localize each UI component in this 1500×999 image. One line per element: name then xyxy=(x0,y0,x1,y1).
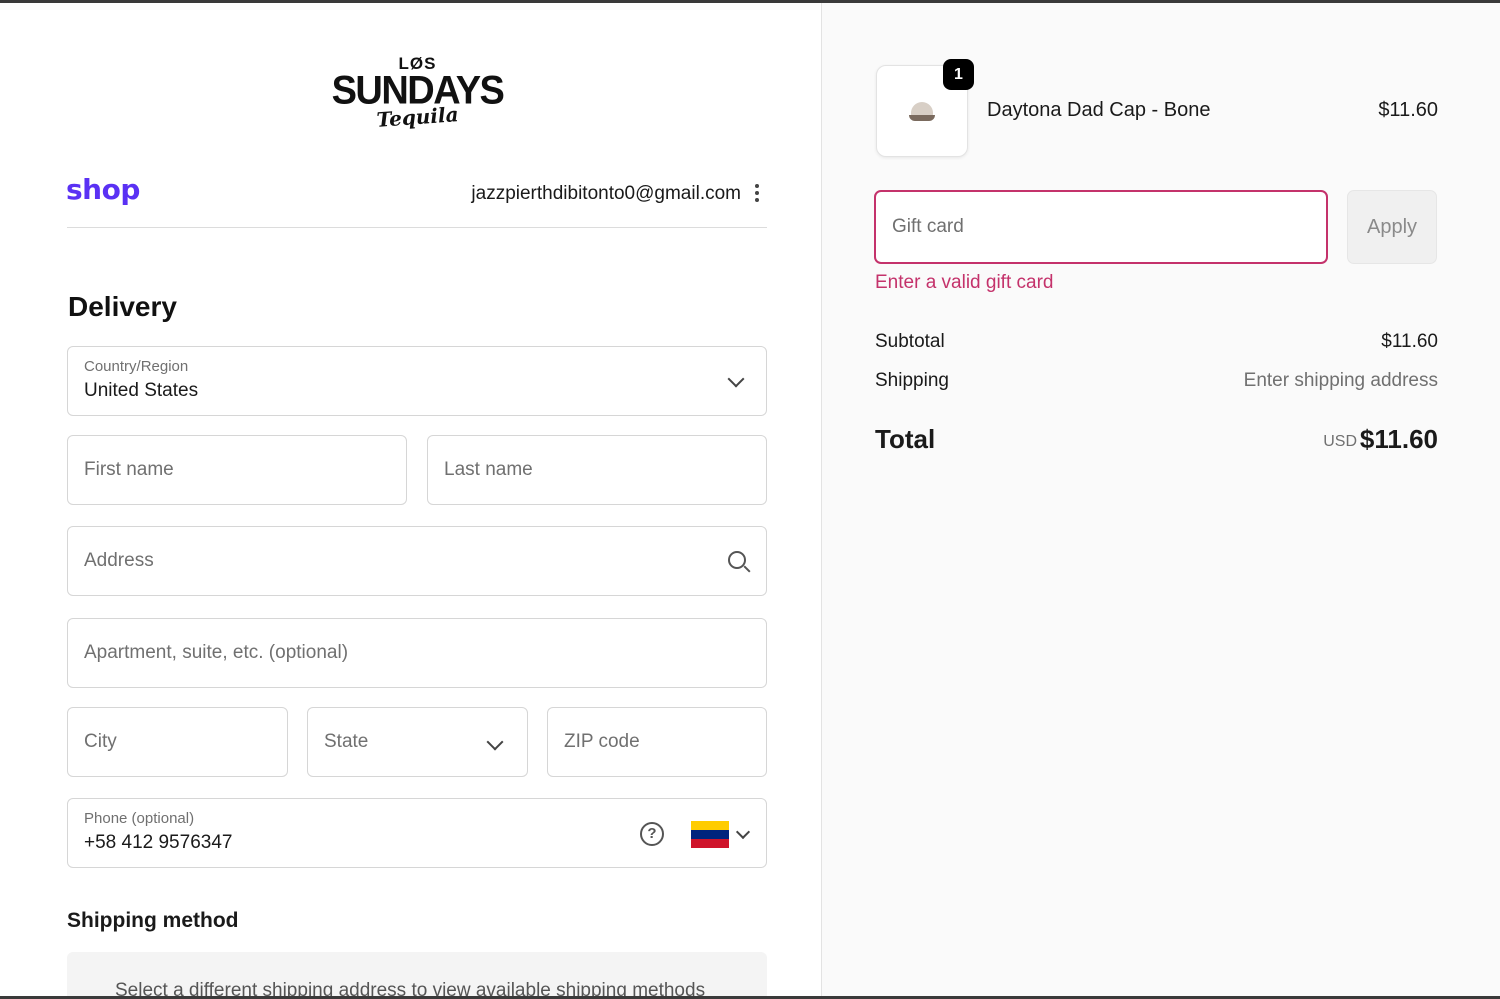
product-name: Daytona Dad Cap - Bone xyxy=(987,99,1211,121)
apartment-placeholder: Apartment, suite, etc. (optional) xyxy=(84,642,349,663)
address-placeholder: Address xyxy=(84,550,154,571)
subtotal-value: $11.60 xyxy=(1381,331,1438,352)
zip-input[interactable]: ZIP code xyxy=(547,707,767,777)
header-divider xyxy=(67,227,767,228)
phone-value: +58 412 9576347 xyxy=(84,832,233,853)
account-menu-icon[interactable] xyxy=(751,184,763,206)
account-email: jazzpierthdibitonto0@gmail.com xyxy=(471,183,741,204)
subtotal-label: Subtotal xyxy=(875,331,945,352)
cap-image xyxy=(909,102,935,122)
phone-label: Phone (optional) xyxy=(84,810,195,827)
last-name-input[interactable]: Last name xyxy=(427,435,767,505)
shipping-label: Shipping xyxy=(875,370,949,391)
venezuela-flag-icon[interactable] xyxy=(691,821,729,848)
zip-placeholder: ZIP code xyxy=(564,731,640,752)
gift-card-input[interactable]: Gift card xyxy=(874,190,1328,264)
first-name-placeholder: First name xyxy=(84,459,174,480)
quantity-badge: 1 xyxy=(943,59,974,90)
country-label: Country/Region xyxy=(84,358,189,375)
total-currency: USD xyxy=(1323,433,1357,450)
city-input[interactable]: City xyxy=(67,707,288,777)
first-name-input[interactable]: First name xyxy=(67,435,407,505)
state-select[interactable]: State xyxy=(307,707,528,777)
shop-pay-logo: shop xyxy=(66,173,140,206)
country-value: United States xyxy=(84,380,199,401)
shipping-method-message: Select a different shipping address to v… xyxy=(115,980,706,996)
delivery-heading: Delivery xyxy=(68,291,177,322)
chevron-down-icon xyxy=(727,370,745,388)
chevron-down-icon xyxy=(486,733,504,751)
chevron-down-icon[interactable] xyxy=(735,824,751,840)
gift-card-placeholder: Gift card xyxy=(892,216,964,237)
total-label: Total xyxy=(875,424,936,454)
search-icon xyxy=(728,551,746,569)
state-placeholder: State xyxy=(324,731,369,752)
apply-button[interactable]: Apply xyxy=(1347,190,1437,264)
shipping-method-notice: Select a different shipping address to v… xyxy=(67,952,767,996)
gift-card-error: Enter a valid gift card xyxy=(875,272,1054,293)
apartment-input[interactable]: Apartment, suite, etc. (optional) xyxy=(67,618,767,688)
shipping-method-heading: Shipping method xyxy=(67,909,239,932)
phone-input[interactable]: Phone (optional) +58 412 9576347 ? xyxy=(67,798,767,868)
shipping-value: Enter shipping address xyxy=(1243,370,1438,391)
store-logo[interactable]: LØS SUNDAYS Tequila xyxy=(320,55,515,145)
city-placeholder: City xyxy=(84,731,117,752)
checkout-main-panel: LØS SUNDAYS Tequila shop jazzpierthdibit… xyxy=(0,3,821,996)
last-name-placeholder: Last name xyxy=(444,459,533,480)
product-price: $11.60 xyxy=(1378,99,1438,121)
help-icon[interactable]: ? xyxy=(640,822,664,846)
country-select[interactable]: Country/Region United States xyxy=(67,346,767,416)
address-input[interactable]: Address xyxy=(67,526,767,596)
order-summary-panel: 1 Daytona Dad Cap - Bone $11.60 Gift car… xyxy=(821,3,1500,996)
total-value: $11.60 xyxy=(1359,424,1438,454)
